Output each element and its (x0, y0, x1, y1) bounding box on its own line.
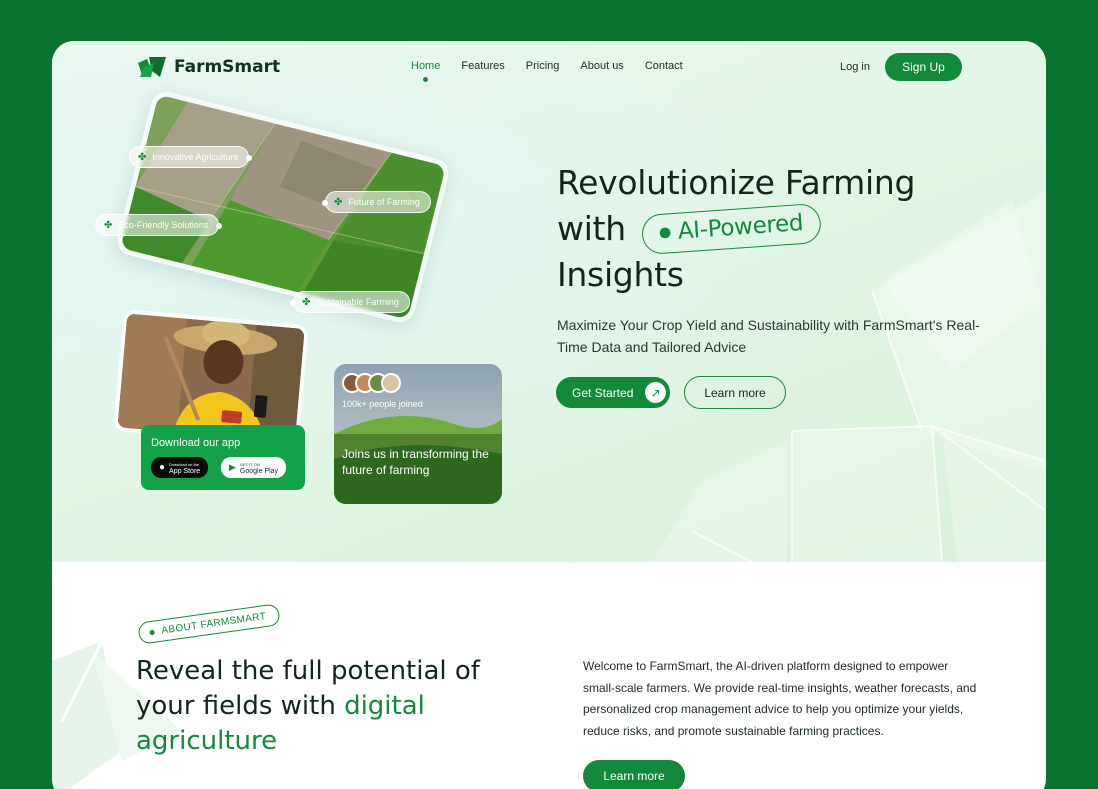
learn-more-button[interactable]: Learn more (684, 376, 786, 409)
tag-sustainable-farming: ✤ Sustainable Farming (290, 291, 410, 313)
leaf-icon: ✤ (334, 196, 343, 208)
leaf-icon: ✤ (138, 151, 147, 163)
avatar (381, 373, 401, 393)
tag-future-of-farming: ✤ Future of Farming (322, 191, 431, 213)
nav-about-us[interactable]: About us (580, 60, 623, 72)
nav-home[interactable]: Home (411, 60, 440, 82)
about-tag: ABOUT FARMSMART (137, 603, 281, 645)
about-learn-more-button[interactable]: Learn more (583, 760, 685, 789)
logo-icon (138, 57, 166, 77)
about-heading: Reveal the full potential of your fields… (136, 656, 480, 756)
hero-title: Revolutionize Farming with ● AI-Powered … (557, 163, 916, 294)
google-play-button[interactable]: ▶ GET IT ON Google Play (221, 457, 287, 478)
google-play-icon: ▶ (229, 462, 236, 472)
community-card: 100k+ people joined Joins us in transfor… (334, 364, 502, 504)
app-store-button[interactable]: ● Download on the App Store (151, 457, 209, 478)
nav-features[interactable]: Features (461, 60, 504, 72)
tag-eco-friendly-solutions: ✤ Eco-Friendly Solutions (95, 214, 223, 236)
hero-subtitle: Maximize Your Crop Yield and Sustainabil… (557, 317, 980, 355)
download-title: Download our app (151, 437, 241, 449)
leaf-icon: ✤ (104, 219, 113, 231)
nav-contact[interactable]: Contact (645, 60, 683, 72)
community-count: 100k+ people joined (342, 399, 423, 409)
signup-button[interactable]: Sign Up (885, 53, 962, 81)
logo[interactable]: FarmSmart (138, 57, 280, 77)
login-link[interactable]: Log in (840, 61, 870, 73)
tag-innovative-agriculture: ✤ Innovative Agriculture (129, 146, 253, 168)
arrow-up-right-icon: ↗ (645, 382, 666, 403)
community-message: Joins us in transforming the future of f… (342, 447, 489, 477)
avatar-group (342, 373, 401, 393)
get-started-button[interactable]: Get Started ↗ (556, 377, 670, 408)
nav-pricing[interactable]: Pricing (526, 60, 560, 72)
download-app-card: Download our app ● Download on the App S… (141, 425, 305, 490)
ai-powered-badge: ● AI-Powered (640, 202, 822, 255)
page-frame: FarmSmart Home Features Pricing About us… (52, 41, 1046, 789)
about-description: Welcome to FarmSmart, the AI-driven plat… (583, 659, 977, 738)
brand-name: FarmSmart (174, 57, 281, 77)
leaf-icon: ✤ (302, 296, 311, 308)
apple-icon: ● (159, 462, 166, 473)
main-nav: Home Features Pricing About us Contact (411, 60, 683, 82)
